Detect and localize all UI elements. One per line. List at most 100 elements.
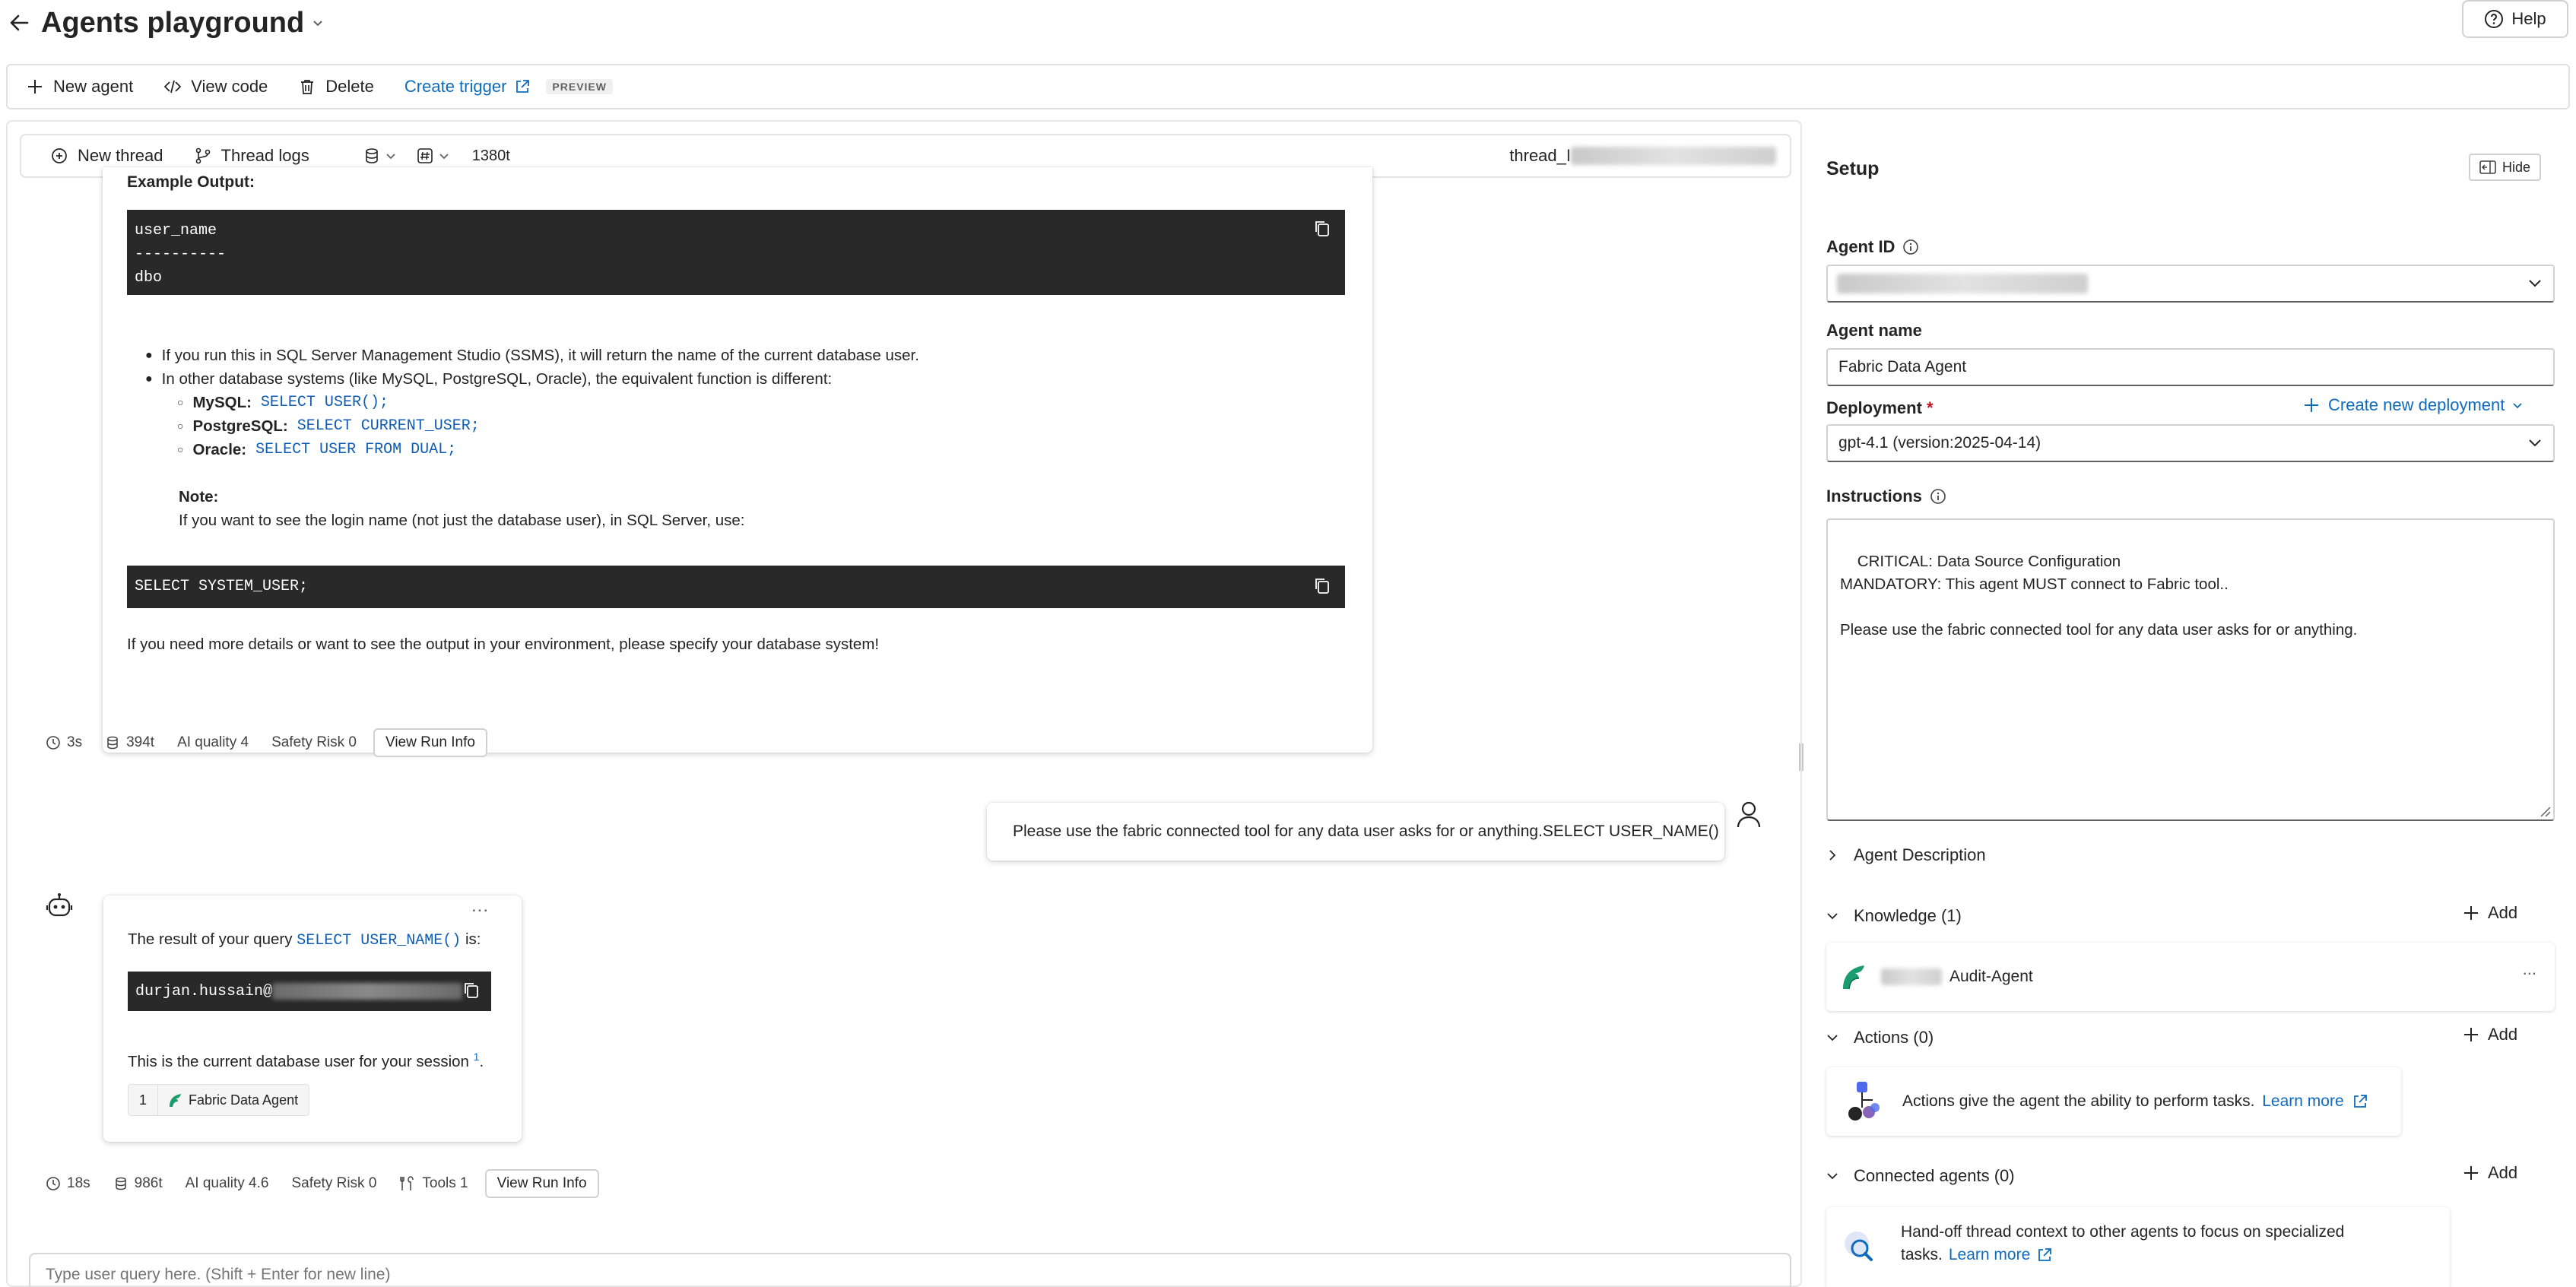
safety-risk: Safety Risk 0 <box>271 734 357 750</box>
page-title: Agents playground <box>41 6 305 39</box>
redacted-email <box>272 983 463 1000</box>
hide-button[interactable]: Hide <box>2469 154 2542 181</box>
citation-number: 1 <box>128 1084 159 1116</box>
citation-chip[interactable]: 1 Fabric Data Agent <box>128 1084 310 1116</box>
agent-description-label: Agent Description <box>1854 845 1986 864</box>
hide-label: Hide <box>2502 159 2531 175</box>
fabric-icon <box>1840 963 1867 991</box>
user-avatar-icon <box>1735 800 1762 829</box>
view-code-button[interactable]: View code <box>163 77 268 97</box>
thread-logs-button[interactable]: Thread logs <box>194 146 309 166</box>
plus-icon <box>26 78 44 96</box>
list-item: ● If you run this in SQL Server Managemen… <box>145 344 1347 367</box>
token-count: 1380t <box>471 147 510 164</box>
more-options-button[interactable]: ... <box>2523 959 2536 979</box>
add-connected-agent-button[interactable]: Add <box>2462 1163 2517 1183</box>
agent-name-label: Agent name <box>1826 321 1922 340</box>
thread-id: thread_I <box>1509 146 1776 166</box>
redacted-agent-id <box>1837 274 2088 293</box>
chat-input[interactable] <box>46 1266 1790 1284</box>
code-icon <box>163 78 182 96</box>
resize-grip-icon[interactable] <box>2538 804 2552 818</box>
learn-more-link[interactable]: Learn more <box>1949 1244 2030 1266</box>
search-agent-icon <box>1842 1228 1881 1268</box>
tools-icon <box>399 1175 416 1192</box>
info-icon[interactable] <box>1930 488 1946 505</box>
token-value: 394t <box>126 734 155 750</box>
new-agent-label: New agent <box>53 77 134 96</box>
add-action-button[interactable]: Add <box>2462 1025 2517 1044</box>
note-label: Note: <box>179 488 219 506</box>
connected-agents-toggle[interactable]: Connected agents (0) <box>1826 1166 2015 1186</box>
data-dropdown[interactable] <box>363 147 396 165</box>
plus-icon <box>2462 1025 2480 1044</box>
inline-code: SELECT CURRENT_USER; <box>297 417 480 435</box>
instructions-label-text: Instructions <box>1826 487 1922 506</box>
token-dropdown[interactable] <box>416 147 449 165</box>
ai-quality: AI quality 4.6 <box>185 1175 269 1191</box>
chat-input-box[interactable] <box>29 1253 1791 1287</box>
user-message-card: Please use the fabric connected tool for… <box>987 803 1724 861</box>
example-output-label: Example Output: <box>127 173 255 191</box>
db-name: Oracle: <box>192 441 247 458</box>
learn-more-link[interactable]: Learn more <box>2262 1092 2343 1110</box>
tools-metric: Tools 1 <box>399 1175 468 1192</box>
duration-metric: 3s <box>46 734 82 751</box>
delete-button[interactable]: Delete <box>298 77 374 97</box>
bullet-text: In other database systems (like MySQL, P… <box>161 370 833 388</box>
message-more-button[interactable]: ... <box>471 896 489 917</box>
add-label: Add <box>2488 1163 2518 1182</box>
help-button[interactable]: Help <box>2462 0 2568 38</box>
view-code-label: View code <box>191 77 268 96</box>
token-value: 986t <box>134 1175 163 1191</box>
chevron-down-icon <box>1826 910 1838 922</box>
add-label: Add <box>2488 903 2518 922</box>
code-line: ---------- <box>135 246 227 263</box>
create-deployment-label: Create new deployment <box>2328 395 2505 414</box>
deployment-label: Deployment * <box>1826 398 1934 418</box>
new-thread-button[interactable]: New thread <box>50 146 163 166</box>
title-row: Agents playground <box>8 0 324 46</box>
view-run-info-button[interactable]: View Run Info <box>373 728 487 757</box>
new-agent-button[interactable]: New agent <box>26 77 133 97</box>
chevron-down-icon <box>2527 438 2543 449</box>
copy-icon[interactable] <box>462 981 481 1000</box>
agent-name-field[interactable]: Fabric Data Agent <box>1826 348 2555 386</box>
database-icon <box>113 1176 128 1191</box>
copy-icon[interactable] <box>1313 219 1331 239</box>
inline-code: SELECT USER FROM DUAL; <box>255 441 457 458</box>
duration-metric: 18s <box>46 1175 90 1192</box>
assistant-message-card: ... The result of your query SELECT USER… <box>103 896 522 1142</box>
preview-badge: PREVIEW <box>546 79 613 94</box>
setup-title: Setup <box>1826 158 1880 179</box>
database-icon <box>105 735 120 750</box>
safety-risk: Safety Risk 0 <box>291 1175 377 1191</box>
info-icon[interactable] <box>1902 239 1919 255</box>
deployment-select[interactable]: gpt-4.1 (version:2025-04-14) <box>1826 424 2555 462</box>
create-trigger-link[interactable]: Create trigger PREVIEW <box>404 77 613 97</box>
run-metrics: 18s 986t AI quality 4.6 Safety Risk 0 To… <box>46 1169 599 1198</box>
token-metric: 986t <box>113 1175 163 1192</box>
create-deployment-link[interactable]: Create new deployment <box>2302 395 2523 415</box>
branch-icon <box>194 147 212 165</box>
redacted-thread-id <box>1571 147 1776 165</box>
actions-toggle[interactable]: Actions (0) <box>1826 1028 1934 1048</box>
token-metric: 394t <box>105 734 154 751</box>
agent-description-toggle[interactable]: Agent Description <box>1826 845 1986 865</box>
result-intro: The result of your query SELECT USER_NAM… <box>128 930 481 949</box>
hash-icon <box>416 147 434 165</box>
title-chevron-down-icon[interactable] <box>312 17 324 29</box>
agent-id-select[interactable] <box>1826 265 2555 303</box>
assistant-message-card: Example Output: user_name ---------- dbo… <box>103 167 1372 753</box>
knowledge-toggle[interactable]: Knowledge (1) <box>1826 906 1962 926</box>
database-icon <box>363 147 381 165</box>
list-item: ○ Oracle: SELECT USER FROM DUAL; <box>177 438 1347 461</box>
copy-icon[interactable] <box>1313 576 1331 596</box>
plus-icon <box>2462 904 2480 922</box>
add-knowledge-button[interactable]: Add <box>2462 903 2517 923</box>
view-run-info-button[interactable]: View Run Info <box>484 1169 599 1198</box>
knowledge-item[interactable]: Audit-Agent ... <box>1826 943 2555 1011</box>
chat-panel: New thread Thread logs 1380t thread_I Ex… <box>6 120 1802 1287</box>
instructions-textarea[interactable]: CRITICAL: Data Source Configuration MAND… <box>1826 518 2555 821</box>
back-arrow-icon[interactable] <box>8 11 30 34</box>
